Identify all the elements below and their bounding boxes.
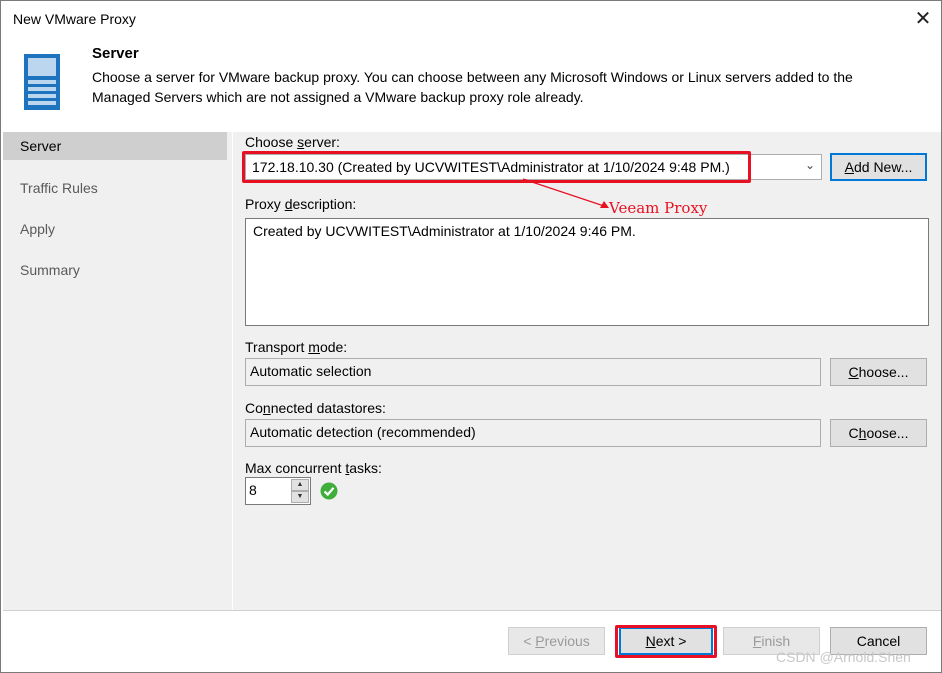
choose-server-label: Choose server: [245, 134, 340, 150]
page-title: Server [92, 45, 139, 62]
connected-datastores-label: Connected datastores: [245, 400, 386, 416]
nav-item-summary[interactable]: Summary [3, 256, 227, 284]
max-tasks-stepper[interactable]: 8 ▲ ▼ [245, 477, 311, 505]
max-tasks-label: Max concurrent tasks: [245, 460, 382, 476]
connected-datastores-field: Automatic detection (recommended) [245, 419, 821, 447]
close-icon[interactable]: ✕ [909, 7, 937, 31]
stepper-down-icon[interactable]: ▼ [291, 491, 309, 503]
nav-item-apply[interactable]: Apply [3, 215, 227, 243]
window-title: New VMware Proxy [13, 11, 136, 27]
annotation-label: Veeam Proxy [609, 199, 708, 217]
check-circle-icon [320, 482, 338, 500]
chevron-down-icon[interactable]: ⌄ [805, 158, 815, 172]
dialog-window: New VMware Proxy ✕ Server Choose a serve… [0, 0, 942, 673]
max-tasks-value: 8 [249, 482, 257, 498]
stepper-buttons: ▲ ▼ [291, 479, 309, 503]
datastores-choose-button[interactable]: Choose... [830, 419, 927, 447]
footer-divider [3, 610, 941, 611]
transport-mode-label: Transport mode: [245, 339, 348, 355]
wizard-steps-pane: Server Traffic Rules Apply Summary [3, 132, 232, 610]
proxy-description-label: Proxy description: [245, 196, 357, 212]
stepper-up-icon[interactable]: ▲ [291, 479, 309, 491]
transport-mode-choose-button[interactable]: Choose... [830, 358, 927, 386]
transport-mode-field: Automatic selection [245, 358, 821, 386]
highlight-box-server [242, 151, 751, 183]
page-description: Choose a server for VMware backup proxy.… [92, 69, 853, 105]
add-new-button[interactable]: Add New... [830, 153, 927, 181]
highlight-box-next [615, 625, 717, 658]
server-icon [24, 54, 60, 110]
watermark: CSDN @Arnold.Shen [776, 649, 911, 665]
annotation-arrow [522, 178, 609, 208]
previous-button[interactable]: < Previous [508, 627, 605, 655]
title-bar: New VMware Proxy ✕ [1, 1, 941, 37]
nav-item-traffic-rules[interactable]: Traffic Rules [3, 174, 227, 202]
nav-item-server[interactable]: Server [3, 132, 227, 160]
proxy-description-field[interactable]: Created by UCVWITEST\Administrator at 1/… [245, 218, 929, 326]
